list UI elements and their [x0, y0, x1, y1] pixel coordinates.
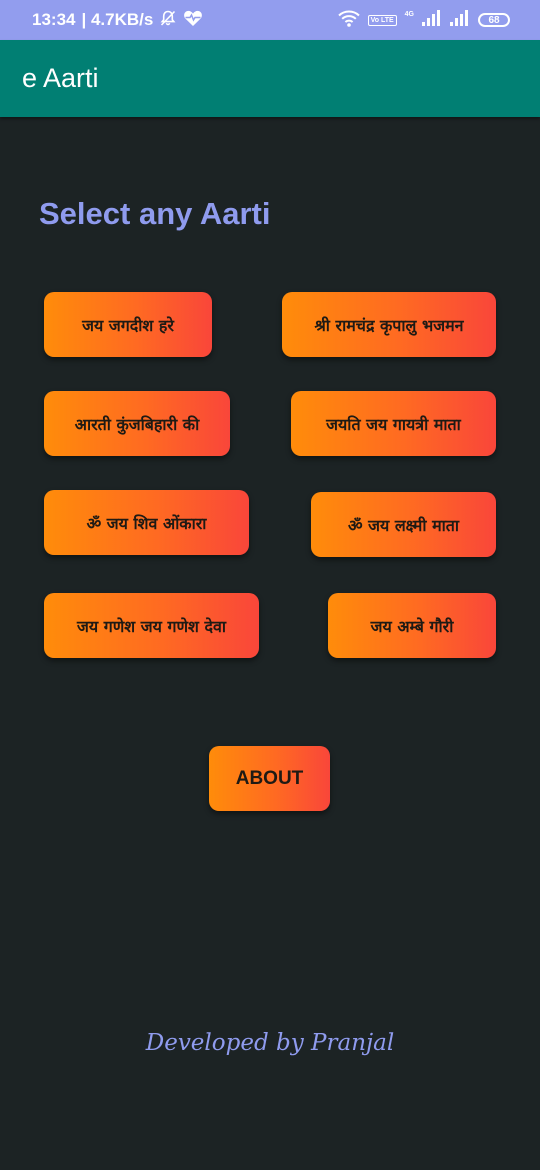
signal-icon: [422, 10, 442, 30]
status-bar: 13:34 | 4.7KB/s Vo LTE 4G 68: [0, 0, 540, 40]
wifi-icon: [337, 10, 360, 31]
aarti-button-jay-ambe-gauri[interactable]: जय अम्बे गौरी: [328, 593, 496, 658]
aarti-button-jay-ganesh[interactable]: जय गणेश जय गणेश देवा: [44, 593, 259, 658]
status-right: Vo LTE 4G 68: [337, 0, 510, 40]
aarti-button-jayati-gayatri[interactable]: जयति जय गायत्री माता: [291, 391, 496, 456]
heart-pulse-icon: [183, 9, 203, 32]
bell-off-icon: [159, 9, 177, 32]
signal-icon: [450, 10, 470, 30]
network-type: 4G: [404, 10, 414, 18]
app-bar: e Aarti: [0, 40, 540, 117]
aarti-button-om-jay-lakshmi[interactable]: ॐ जय लक्ष्मी माता: [311, 492, 496, 557]
about-button[interactable]: ABOUT: [209, 746, 330, 811]
aarti-button-aarti-kunjbihari[interactable]: आरती कुंजबिहारी की: [44, 391, 230, 456]
aarti-button-jay-jagdish-hare[interactable]: जय जगदीश हरे: [44, 292, 212, 357]
app-title: e Aarti: [22, 63, 99, 93]
status-time: 13:34: [32, 10, 76, 29]
status-speed: | 4.7KB/s: [81, 10, 154, 29]
status-left: 13:34 | 4.7KB/s: [32, 0, 203, 40]
developer-credit: Developed by Pranjal: [145, 1030, 395, 1056]
volte-indicator: Vo LTE: [367, 14, 397, 26]
battery-level: 68: [488, 14, 500, 26]
battery-icon: 68: [478, 13, 510, 27]
aarti-button-om-jay-shiv[interactable]: ॐ जय शिव ओंकारा: [44, 490, 249, 555]
page-heading: Select any Aarti: [39, 196, 271, 231]
aarti-button-shri-ramchandra[interactable]: श्री रामचंद्र कृपालु भजमन: [282, 292, 496, 357]
